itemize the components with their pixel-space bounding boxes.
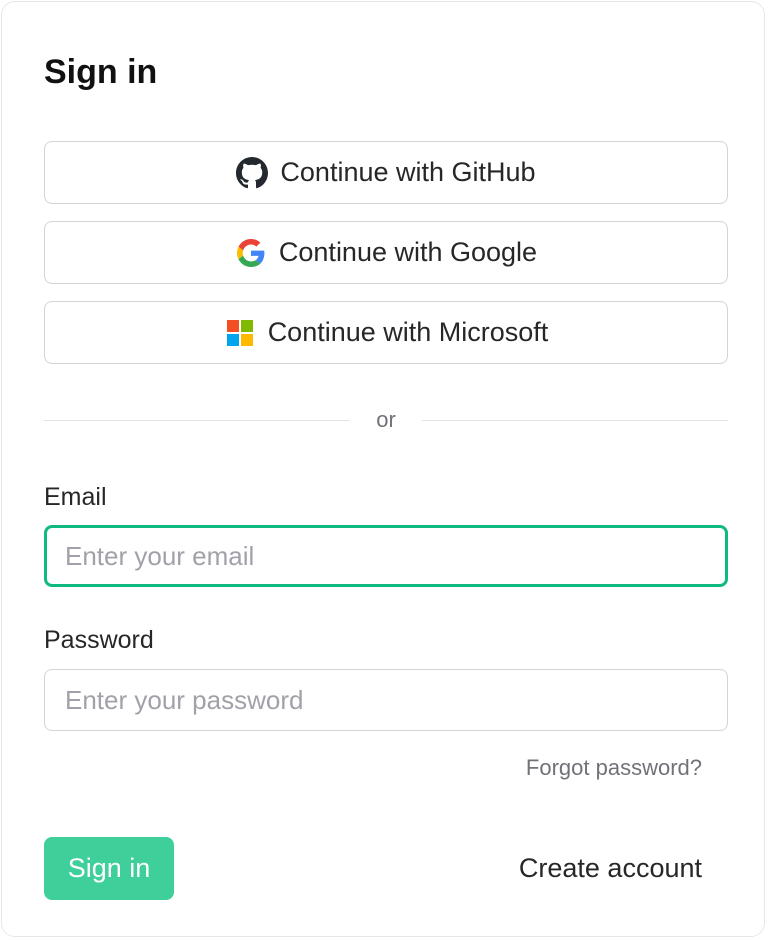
continue-with-microsoft-button[interactable]: Continue with Microsoft	[44, 301, 728, 364]
email-input[interactable]	[44, 525, 728, 587]
email-label: Email	[44, 483, 107, 511]
google-icon	[235, 237, 267, 269]
sign-in-button[interactable]: Sign in	[44, 837, 174, 900]
divider-line-right	[422, 420, 728, 421]
microsoft-button-label: Continue with Microsoft	[267, 317, 549, 347]
github-button-label: Continue with GitHub	[280, 157, 536, 187]
sign-in-card: Sign in Continue with GitHub Continue wi…	[1, 1, 765, 937]
page-title: Sign in	[44, 53, 158, 91]
microsoft-icon	[224, 317, 256, 349]
github-icon	[236, 156, 269, 189]
google-button-label: Continue with Google	[278, 237, 538, 267]
continue-with-github-button[interactable]: Continue with GitHub	[44, 141, 728, 204]
continue-with-google-button[interactable]: Continue with Google	[44, 221, 728, 284]
create-account-link[interactable]: Create account	[519, 852, 702, 884]
password-label: Password	[44, 626, 154, 654]
forgot-password-link[interactable]: Forgot password?	[526, 754, 702, 782]
password-input[interactable]	[44, 669, 728, 731]
or-divider: or	[44, 406, 728, 434]
